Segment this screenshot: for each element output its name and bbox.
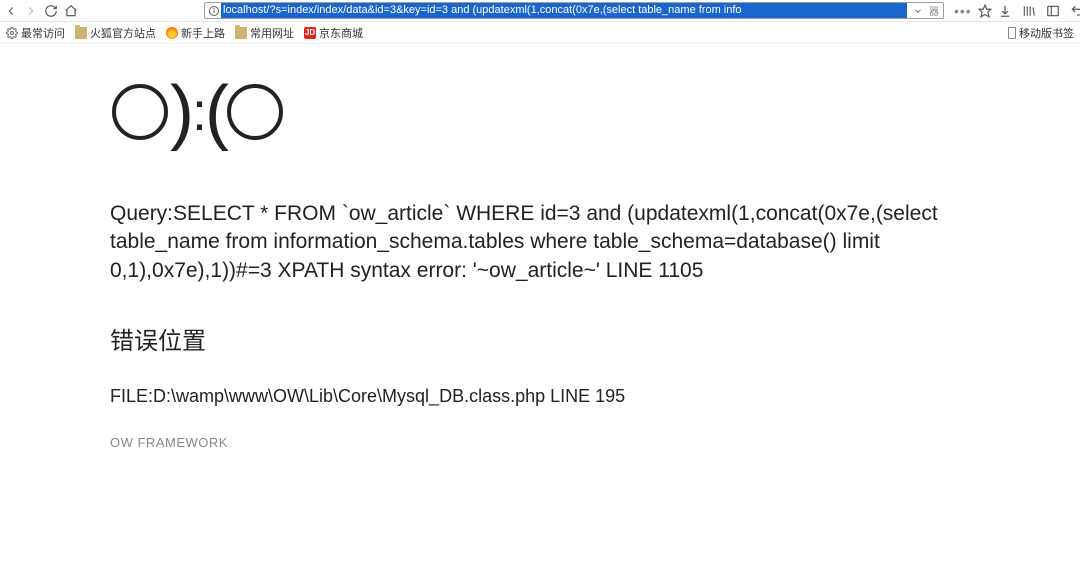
- error-emoji: ) : (: [110, 84, 1080, 140]
- library-icon[interactable]: [1022, 4, 1036, 18]
- bookmark-most-visited[interactable]: 最常访问: [6, 25, 65, 41]
- paren-open-icon: (: [205, 84, 225, 140]
- bookmark-newbie[interactable]: 新手上路: [166, 25, 225, 41]
- bookmark-label: 常用网址: [250, 25, 294, 41]
- forward-icon: [24, 4, 38, 18]
- phone-icon: [1008, 27, 1016, 39]
- info-icon[interactable]: [207, 4, 221, 18]
- error-query-text: Query:SELECT * FROM `ow_article` WHERE i…: [110, 200, 950, 285]
- dropdown-icon[interactable]: [911, 4, 925, 18]
- undo-icon[interactable]: [1070, 4, 1080, 18]
- bookmark-label: 最常访问: [21, 25, 65, 41]
- gear-icon: [6, 27, 18, 39]
- paren-close-icon: ): [170, 84, 190, 140]
- bookmark-label: 京东商城: [319, 25, 363, 41]
- browser-navbar: localhost/?s=index/index/data&id=3&key=i…: [0, 0, 1080, 22]
- error-file-line: FILE:D:\wamp\www\OW\Lib\Core\Mysql_DB.cl…: [110, 386, 1080, 407]
- bookmark-label: 新手上路: [181, 25, 225, 41]
- bookmark-label: 火狐官方站点: [90, 25, 156, 41]
- reload-icon[interactable]: [44, 4, 58, 18]
- circle-icon: [112, 84, 168, 140]
- folder-icon: [235, 27, 247, 39]
- bookmarks-bar: 最常访问 火狐官方站点 新手上路 常用网址 JD 京东商城 移动版书签: [0, 22, 1080, 44]
- error-page: ) : ( Query:SELECT * FROM `ow_article` W…: [0, 44, 1080, 450]
- circle-icon: [227, 84, 283, 140]
- colon-icon: :: [192, 84, 203, 140]
- bookmark-common-sites[interactable]: 常用网址: [235, 25, 294, 41]
- address-bar-url[interactable]: localhost/?s=index/index/data&id=3&key=i…: [221, 3, 907, 18]
- sidebar-icon[interactable]: [1046, 4, 1060, 18]
- bookmark-jd[interactable]: JD 京东商城: [304, 25, 363, 41]
- page-actions-icon[interactable]: •••: [954, 3, 972, 19]
- jd-icon: JD: [304, 27, 316, 39]
- bookmark-firefox-official[interactable]: 火狐官方站点: [75, 25, 156, 41]
- home-icon[interactable]: [64, 4, 78, 18]
- framework-label: OW FRAMEWORK: [110, 435, 1080, 450]
- address-bar[interactable]: localhost/?s=index/index/data&id=3&key=i…: [204, 2, 944, 19]
- bookmark-mobile[interactable]: 移动版书签: [1008, 25, 1074, 41]
- bookmark-label: 移动版书签: [1019, 25, 1074, 41]
- back-icon[interactable]: [4, 4, 18, 18]
- firefox-icon: [166, 27, 178, 39]
- error-location-heading: 错误位置: [110, 321, 1080, 356]
- reader-mode-icon[interactable]: 器: [929, 3, 939, 18]
- toolbar-right: [998, 4, 1080, 18]
- download-icon[interactable]: [998, 4, 1012, 18]
- folder-icon: [75, 27, 87, 39]
- address-bar-controls: 器: [907, 3, 943, 18]
- bookmark-star-icon[interactable]: [978, 4, 992, 18]
